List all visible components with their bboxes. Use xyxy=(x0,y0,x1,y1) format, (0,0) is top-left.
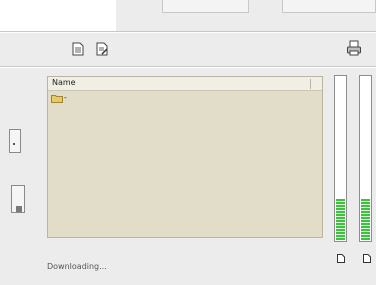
level-meter-2 xyxy=(359,75,372,242)
document-pencil-icon xyxy=(96,42,108,56)
document-icon xyxy=(363,254,371,263)
document-button[interactable] xyxy=(70,41,86,57)
separator-mid-highlight xyxy=(0,67,376,68)
printer-icon xyxy=(347,40,361,56)
top-field-2[interactable] xyxy=(282,0,376,13)
control-knob xyxy=(16,206,22,212)
left-side-handle[interactable] xyxy=(9,129,21,153)
top-left-panel xyxy=(0,0,116,31)
meter-2-doc-button[interactable] xyxy=(363,248,371,267)
status-text: Downloading... xyxy=(47,262,107,271)
document-edit-button[interactable] xyxy=(94,41,110,57)
level-meter-1 xyxy=(334,75,347,242)
list-header: Name xyxy=(48,77,322,91)
folder-icon xyxy=(51,94,63,103)
document-icon xyxy=(337,254,345,263)
list-item-label: - xyxy=(64,93,67,102)
handle-dot xyxy=(13,143,15,145)
document-icon xyxy=(72,42,84,56)
level-meter-fill xyxy=(336,199,345,240)
header-divider xyxy=(310,79,311,89)
level-meter-fill xyxy=(361,199,370,240)
list-item[interactable]: - xyxy=(51,93,67,103)
separator-top-highlight xyxy=(0,32,376,33)
left-side-control[interactable] xyxy=(11,185,25,213)
print-button[interactable] xyxy=(346,40,362,56)
file-list[interactable]: Name - xyxy=(47,76,323,238)
top-field-1[interactable] xyxy=(162,0,249,13)
meter-1-doc-button[interactable] xyxy=(337,248,345,267)
column-header-name[interactable]: Name xyxy=(52,78,76,87)
